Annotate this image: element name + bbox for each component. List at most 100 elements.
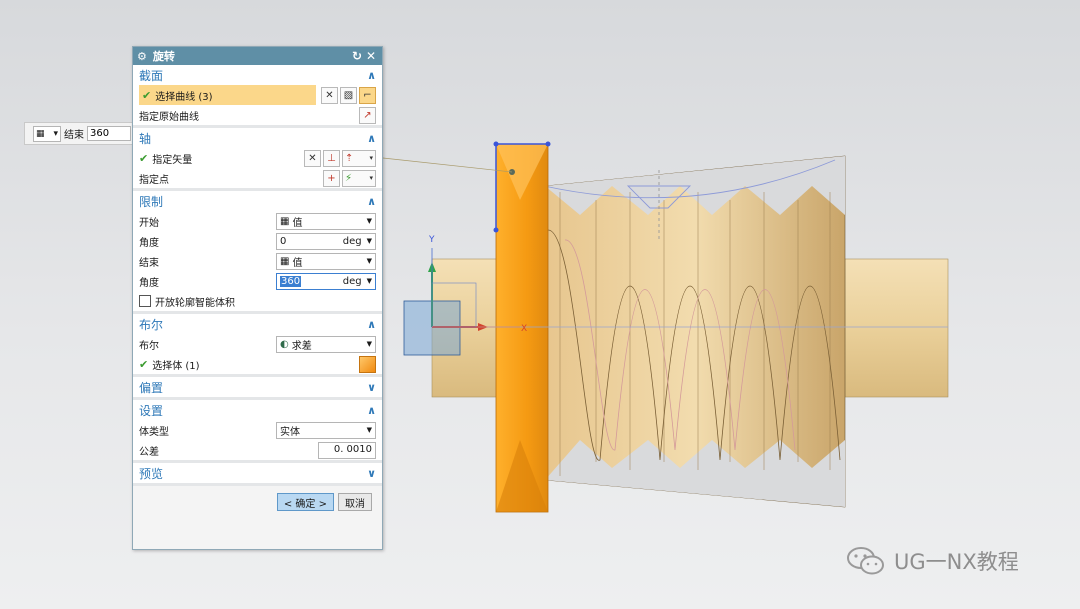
start-row: 开始 ▦ 值 ▼ bbox=[133, 211, 382, 231]
chevron-up-icon[interactable]: ∧ bbox=[367, 318, 376, 331]
chevron-up-icon[interactable]: ∧ bbox=[367, 132, 376, 145]
angle2-value: 360 bbox=[280, 275, 302, 287]
start-type-value: 值 bbox=[292, 217, 303, 229]
settings-title: 设置 bbox=[139, 403, 164, 418]
boolean-value: 求差 bbox=[291, 340, 312, 352]
settings-header[interactable]: 设置 ∧ bbox=[133, 400, 382, 420]
axis-header[interactable]: 轴 ∧ bbox=[133, 128, 382, 148]
mini-end-label: 结束 bbox=[64, 130, 84, 141]
tolerance-row: 公差 0. 0010 bbox=[133, 440, 382, 460]
boolean-label: 布尔 bbox=[139, 340, 159, 352]
original-curve-icons: ↗ bbox=[359, 106, 376, 124]
preview-title: 预览 bbox=[139, 466, 164, 481]
preview-header[interactable]: 预览 ∨ bbox=[133, 463, 382, 483]
tolerance-label: 公差 bbox=[139, 446, 159, 458]
chevron-down-icon[interactable]: ▼ bbox=[367, 237, 372, 245]
check-icon: ✔ bbox=[142, 88, 152, 102]
specify-point-row[interactable]: 指定点 + ⚡ ▾ bbox=[133, 168, 382, 188]
solid-body-icon[interactable] bbox=[359, 355, 376, 373]
point-icons: + ⚡ ▾ bbox=[323, 169, 376, 187]
right-shaft bbox=[844, 258, 949, 398]
sketch-icon[interactable]: ▧ bbox=[340, 86, 357, 104]
boolean-header[interactable]: 布尔 ∧ bbox=[133, 314, 382, 334]
chevron-up-icon[interactable]: ∧ bbox=[367, 404, 376, 417]
reset-icon[interactable]: ↻ bbox=[350, 49, 364, 63]
original-curve-icon[interactable]: ↗ bbox=[359, 106, 376, 124]
point-type-dropdown[interactable]: ⚡ ▾ bbox=[342, 169, 376, 187]
limits-header[interactable]: 限制 ∧ bbox=[133, 191, 382, 211]
chevron-down-icon: ▾ bbox=[369, 154, 373, 162]
chevron-down-icon[interactable]: ∨ bbox=[367, 467, 376, 480]
chevron-down-icon[interactable]: ▼ bbox=[367, 277, 372, 285]
curve-select-icon[interactable]: ⌐ bbox=[359, 86, 376, 104]
gear-icon[interactable]: ⚙ bbox=[137, 50, 147, 63]
angle2-label: 角度 bbox=[139, 277, 159, 289]
angle1-input[interactable]: 0 deg ▼ bbox=[276, 232, 376, 250]
angle1-unit: deg bbox=[342, 235, 362, 247]
chevron-down-icon: ▼ bbox=[366, 217, 372, 225]
dialog-titlebar[interactable]: ⚙ 旋转 ↻ ✕ bbox=[133, 47, 382, 65]
chevron-down-icon[interactable]: ∨ bbox=[367, 381, 376, 394]
chevron-down-icon: ▾ bbox=[369, 174, 373, 182]
angle1-value: 0 bbox=[280, 235, 287, 247]
select-curve-label: 选择曲线 (3) bbox=[155, 91, 213, 103]
vector-icon: ⇡ bbox=[345, 152, 354, 164]
chevron-down-icon: ▼ bbox=[366, 257, 372, 265]
axis-title: 轴 bbox=[139, 131, 152, 146]
specify-vector-row[interactable]: ✔ 指定矢量 ✕ ⊥ ⇡ ▾ bbox=[133, 148, 382, 168]
boolean-title: 布尔 bbox=[139, 317, 164, 332]
start-type-select[interactable]: ▦ 值 ▼ bbox=[276, 212, 376, 230]
inferred-point-icon: ⚡ bbox=[345, 172, 353, 184]
point-dialog-icon[interactable]: + bbox=[323, 169, 340, 187]
vector-dialog-icon[interactable]: ⊥ bbox=[323, 149, 340, 167]
tolerance-input[interactable]: 0. 0010 bbox=[318, 441, 376, 459]
settings-section: 设置 ∧ 体类型 实体 ▼ 公差 0. 0010 bbox=[133, 400, 382, 463]
offset-title: 偏置 bbox=[139, 380, 164, 395]
curve-rule-icon[interactable]: ✕ bbox=[321, 86, 338, 104]
wechat-icon bbox=[847, 547, 884, 575]
limits-title: 限制 bbox=[139, 194, 164, 209]
boolean-row: 布尔 ◐ 求差 ▼ bbox=[133, 334, 382, 354]
value-icon: ▦ bbox=[280, 255, 290, 267]
reverse-direction-icon[interactable]: ✕ bbox=[304, 149, 321, 167]
cancel-button[interactable]: 取消 bbox=[338, 493, 372, 511]
chevron-down-icon: ▼ bbox=[366, 340, 372, 348]
specify-original-label: 指定原始曲线 bbox=[139, 111, 199, 123]
value-icon: ▦ bbox=[36, 128, 45, 139]
limit-type-dropdown[interactable]: ▦ ▾ bbox=[33, 125, 61, 142]
body-type-row: 体类型 实体 ▼ bbox=[133, 420, 382, 440]
check-icon: ✔ bbox=[139, 357, 149, 371]
chevron-up-icon[interactable]: ∧ bbox=[367, 69, 376, 82]
body-type-value: 实体 bbox=[280, 426, 300, 438]
mini-end-input[interactable] bbox=[87, 126, 131, 141]
start-label: 开始 bbox=[139, 217, 159, 229]
end-type-select[interactable]: ▦ 值 ▼ bbox=[276, 252, 376, 270]
end-label: 结束 bbox=[139, 257, 159, 269]
offset-header[interactable]: 偏置 ∨ bbox=[133, 377, 382, 397]
angle1-label: 角度 bbox=[139, 237, 159, 249]
body-type-select[interactable]: 实体 ▼ bbox=[276, 421, 376, 439]
open-profile-row[interactable]: 开放轮廓智能体积 bbox=[133, 291, 382, 311]
dialog-footer: < 确定 > 取消 bbox=[133, 486, 382, 518]
vector-type-dropdown[interactable]: ⇡ ▾ bbox=[342, 149, 376, 167]
close-icon[interactable]: ✕ bbox=[364, 49, 378, 63]
offset-section: 偏置 ∨ bbox=[133, 377, 382, 400]
vector-icons: ✕ ⊥ ⇡ ▾ bbox=[304, 149, 376, 167]
dialog-title: 旋转 bbox=[152, 50, 175, 63]
open-profile-label: 开放轮廓智能体积 bbox=[155, 297, 235, 309]
open-profile-checkbox[interactable] bbox=[139, 295, 151, 307]
select-body-row[interactable]: ✔ 选择体 (1) bbox=[133, 354, 382, 374]
angle2-input[interactable]: 360 deg ▼ bbox=[276, 272, 376, 290]
specify-original-row[interactable]: 指定原始曲线 ↗ bbox=[133, 105, 382, 125]
worm-thread bbox=[544, 155, 846, 508]
subtract-icon: ◐ bbox=[280, 338, 289, 350]
select-curve-highlight: ✔ 选择曲线 (3) bbox=[139, 85, 316, 105]
chevron-up-icon[interactable]: ∧ bbox=[367, 195, 376, 208]
preview-section: 预览 ∨ bbox=[133, 463, 382, 486]
x-axis-label: X bbox=[521, 324, 527, 334]
section-header[interactable]: 截面 ∧ bbox=[133, 65, 382, 85]
select-curve-row[interactable]: ✔ 选择曲线 (3) ✕ ▧ ⌐ bbox=[133, 85, 382, 105]
boolean-select[interactable]: ◐ 求差 ▼ bbox=[276, 335, 376, 353]
section-section: 截面 ∧ ✔ 选择曲线 (3) ✕ ▧ ⌐ 指定原始曲线 ↗ bbox=[133, 65, 382, 128]
ok-button[interactable]: < 确定 > bbox=[276, 493, 334, 511]
